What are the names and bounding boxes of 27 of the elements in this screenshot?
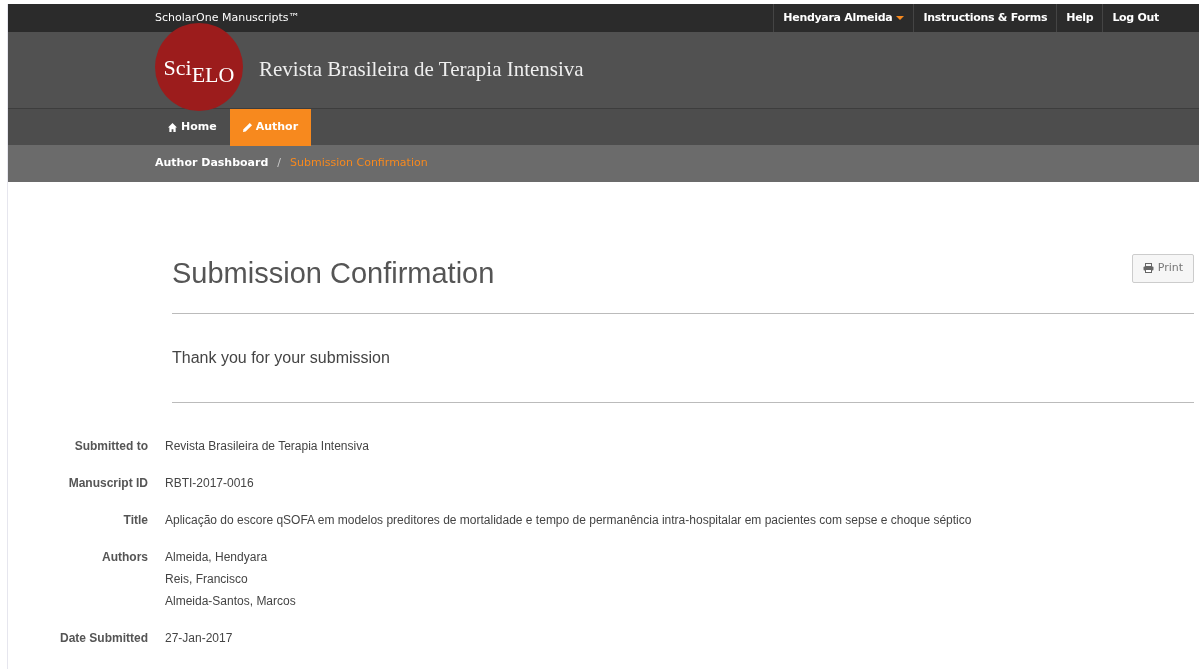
printer-icon xyxy=(1142,263,1154,274)
breadcrumb-current: Submission Confirmation xyxy=(290,155,428,172)
home-icon xyxy=(168,123,177,132)
breadcrumb-link[interactable]: Author Dashboard xyxy=(155,155,269,172)
print-button[interactable]: Print xyxy=(1131,254,1194,283)
logo-text: Sci xyxy=(163,53,192,80)
detail-value: 27-Jan-2017 xyxy=(165,629,233,647)
detail-value: Almeida, Hendyara xyxy=(165,548,269,566)
page-title: Submission Confirmation xyxy=(172,256,495,291)
journal-title: Revista Brasileira de Terapia Intensiva xyxy=(259,56,584,84)
detail-label: Authors xyxy=(101,548,148,566)
detail-value: Reis, Francisco xyxy=(165,570,249,588)
detail-value: Revista Brasileira de Terapia Intensiva xyxy=(165,437,369,455)
nav-tab[interactable]: Home xyxy=(155,109,230,146)
caret-icon xyxy=(896,16,905,20)
detail-value: Aplicação do escore qSOFA em modelos preditores de mortalidade e tempo de permanência intra-hospitalar em pacientes com sepse e choque séptico xyxy=(165,511,972,529)
detail-value: Almeida-Santos, Marcos xyxy=(165,592,296,610)
breadcrumb-separator: / xyxy=(277,155,282,172)
detail-value: RBTI-2017-0016 xyxy=(165,474,254,492)
thank-you-message: Thank you for your submission xyxy=(172,347,391,368)
detail-label: Date Submitted xyxy=(59,629,148,647)
pencil-icon xyxy=(242,123,252,132)
detail-label: Title xyxy=(122,511,148,529)
brand-name: ScholarOne Manuscripts™ xyxy=(155,9,300,26)
detail-label: Manuscript ID xyxy=(67,474,148,492)
logo-text: ELO xyxy=(191,60,235,89)
detail-label: Submitted to xyxy=(73,437,148,455)
